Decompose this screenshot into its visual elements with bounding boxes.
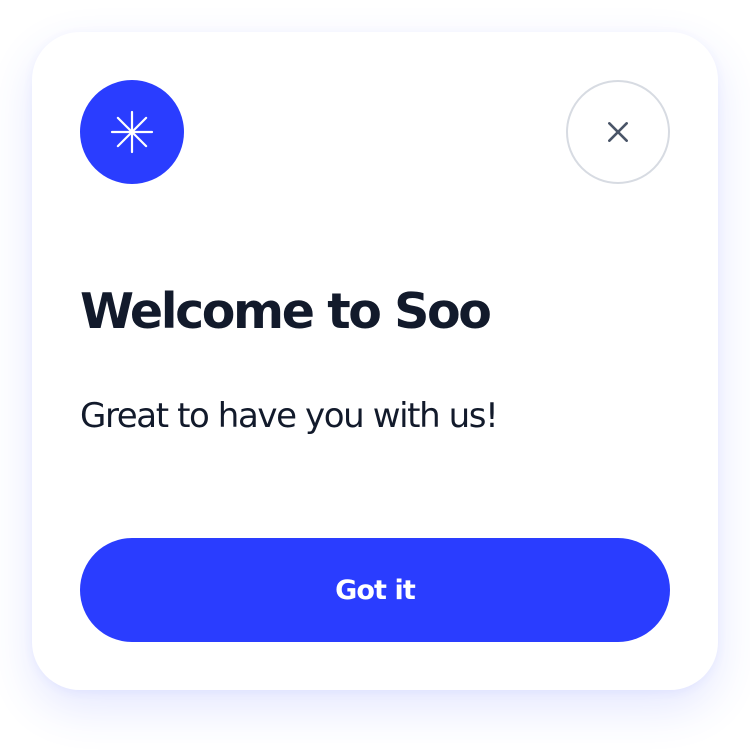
dialog-message: Great to have you with us! — [80, 396, 499, 436]
dialog-title: Welcome to Soo — [80, 283, 492, 340]
got-it-button[interactable]: Got it — [80, 538, 670, 642]
welcome-dialog: Welcome to Soo Great to have you with us… — [32, 32, 718, 690]
sparkle-asterisk-icon — [110, 110, 154, 154]
close-icon — [608, 122, 628, 142]
close-button[interactable] — [566, 80, 670, 184]
brand-badge — [80, 80, 184, 184]
